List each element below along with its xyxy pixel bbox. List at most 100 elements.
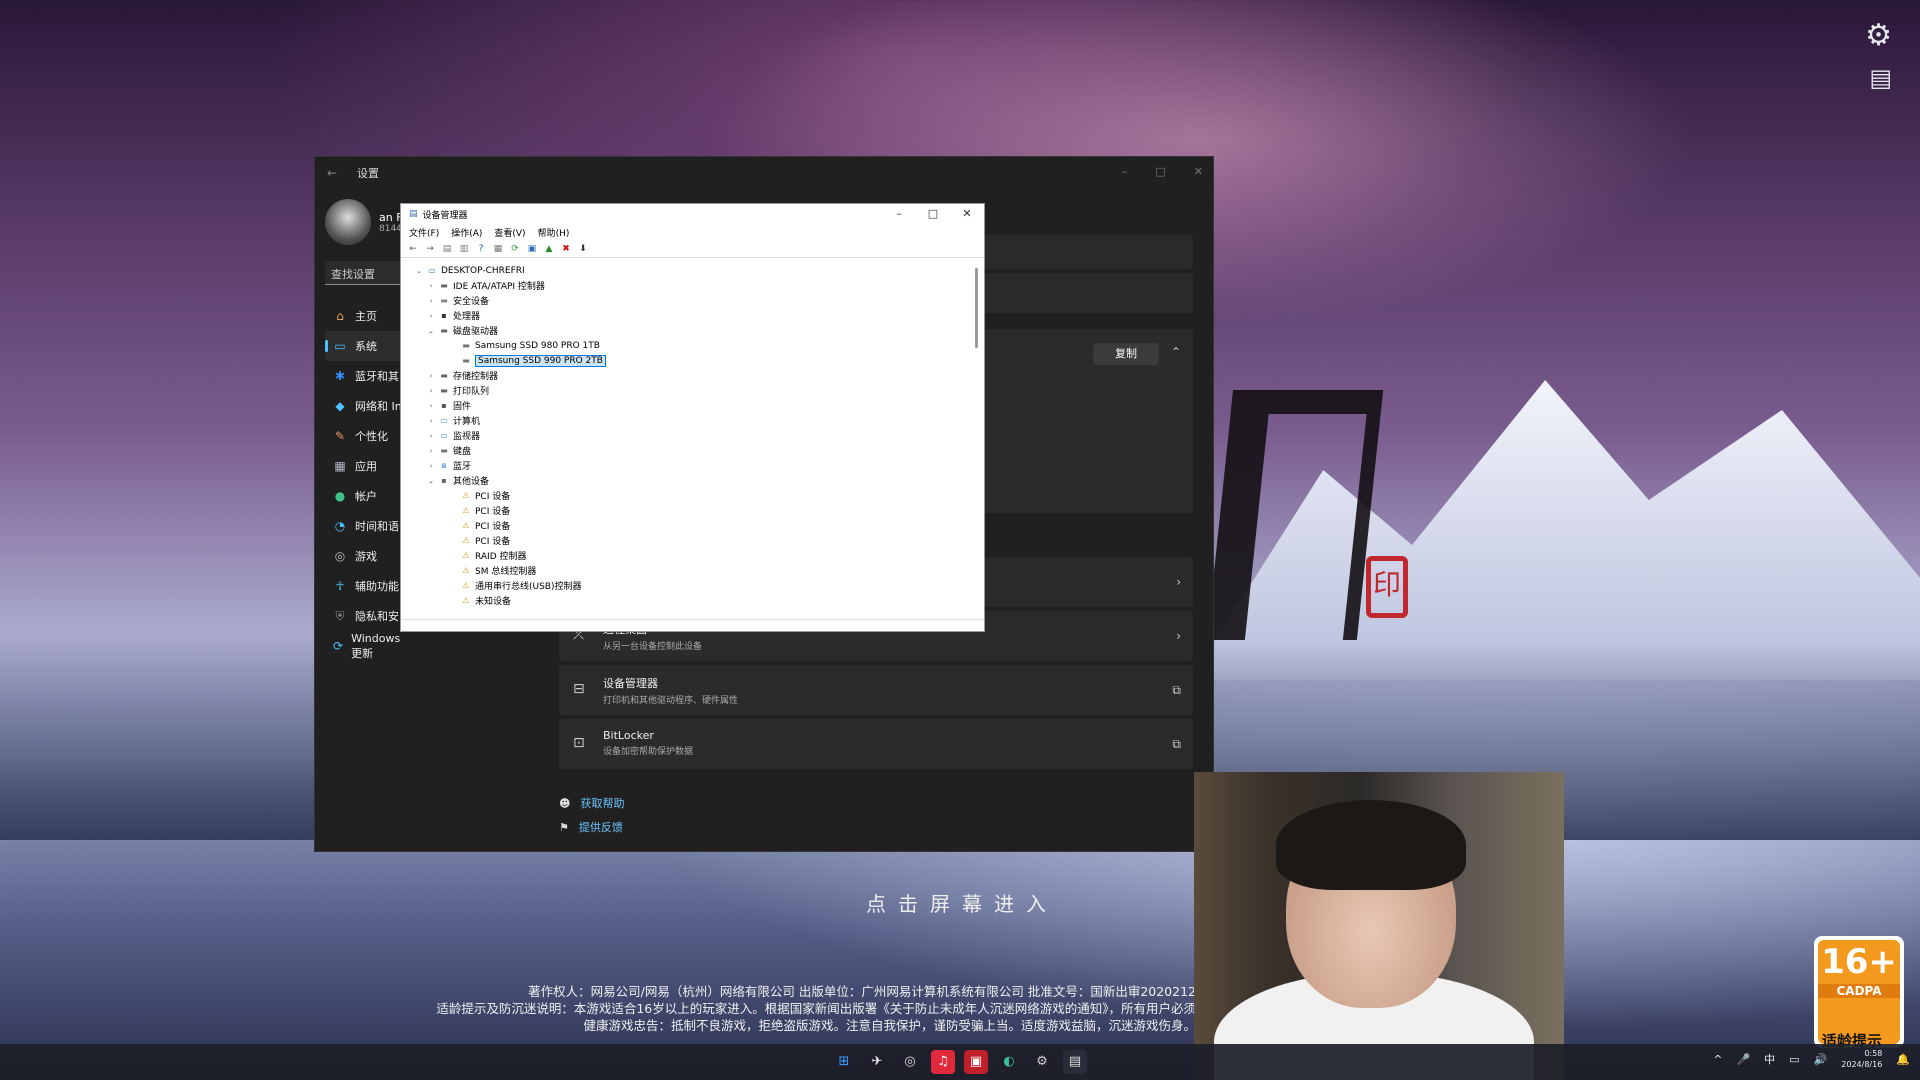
dm-minimize-button[interactable]: – — [882, 204, 916, 224]
nav-item-9[interactable]: ☥ 辅助功能 — [325, 571, 405, 601]
app-red-icon[interactable]: ▣ — [964, 1050, 988, 1074]
search-input[interactable]: 查找设置 — [325, 261, 405, 285]
tree-row[interactable]: ⚠ 未知设备 — [401, 593, 971, 608]
notification-bell-icon[interactable]: 🔔 — [1896, 1053, 1910, 1066]
list-icon[interactable]: ▦ — [492, 243, 504, 255]
download-icon[interactable]: ⬇ — [577, 243, 589, 255]
nav-item-5[interactable]: ▦ 应用 — [325, 451, 405, 481]
forward-icon[interactable]: → — [424, 243, 436, 255]
feedback-link[interactable]: ⚑ 提供反馈 — [559, 819, 623, 835]
nav-item-6[interactable]: ● 帐户 — [325, 481, 405, 511]
scan-icon[interactable]: ⟳ — [509, 243, 521, 255]
volume-icon[interactable]: 🔊 — [1814, 1053, 1828, 1066]
nav-item-8[interactable]: ◎ 游戏 — [325, 541, 405, 571]
expand-arrow-icon[interactable]: › — [427, 372, 435, 380]
device-label: Samsung SSD 980 PRO 1TB — [475, 340, 600, 351]
start-icon[interactable]: ⊞ — [832, 1050, 856, 1074]
tree-row[interactable]: ⚠ SM 总线控制器 — [401, 563, 971, 578]
nav-item-7[interactable]: ◔ 时间和语 — [325, 511, 405, 541]
chevron-up-icon[interactable]: ⌃ — [1171, 345, 1181, 359]
expand-arrow-icon[interactable]: › — [427, 462, 435, 470]
back-arrow-icon[interactable]: ← — [327, 166, 357, 180]
ime-icon[interactable]: 中 — [1764, 1051, 1775, 1067]
network-icon[interactable]: ▭ — [1789, 1053, 1799, 1066]
nav-item-10[interactable]: ⛨ 隐私和安 — [325, 601, 405, 631]
streamer-hair — [1276, 800, 1466, 890]
tree-row[interactable]: › ▬ IDE ATA/ATAPI 控制器 — [401, 278, 971, 293]
device-manager-card[interactable]: ⊟ 设备管理器 打印机和其他驱动程序、硬件属性 ⧉ — [559, 665, 1193, 715]
minimize-button[interactable]: – — [1122, 165, 1128, 178]
view-icon[interactable]: ▤ — [441, 243, 453, 255]
expand-arrow-icon[interactable]: › — [427, 282, 435, 290]
tree-row[interactable]: ⚠ PCI 设备 — [401, 503, 971, 518]
copy-button[interactable]: 复制 — [1093, 343, 1159, 365]
tree-row[interactable]: › ▬ 键盘 — [401, 443, 971, 458]
close-button[interactable]: ✕ — [1194, 165, 1203, 178]
tree-row[interactable]: ⚠ PCI 设备 — [401, 518, 971, 533]
clock[interactable]: 0:58 2024/8/16 — [1841, 1048, 1882, 1070]
expand-arrow-icon[interactable]: › — [427, 417, 435, 425]
show-hidden-icons-icon[interactable]: ^ — [1713, 1053, 1722, 1066]
expand-arrow-icon[interactable]: › — [427, 432, 435, 440]
app-steam-icon[interactable]: ◎ — [898, 1050, 922, 1074]
bitlocker-card[interactable]: ⊡ BitLocker 设备加密帮助保护数据 ⧉ — [559, 719, 1193, 769]
maximize-button[interactable]: □ — [1155, 165, 1165, 178]
device-icon: ▭ — [440, 416, 448, 425]
dm-maximize-button[interactable]: □ — [916, 204, 950, 224]
app-edge-icon[interactable]: ◐ — [997, 1050, 1021, 1074]
vertical-scrollbar[interactable] — [975, 268, 978, 348]
menu-item[interactable]: 文件(F) — [409, 226, 439, 239]
menu-item[interactable]: 帮助(H) — [538, 226, 570, 239]
back-icon[interactable]: ← — [407, 243, 419, 255]
app-plane-icon[interactable]: ✈ — [865, 1050, 889, 1074]
help-icon[interactable]: ? — [475, 243, 487, 255]
tap-to-enter-text[interactable]: 点击屏幕进入 — [866, 888, 1058, 917]
collapse-arrow-icon[interactable]: ⌄ — [415, 267, 423, 275]
tree-row[interactable]: ⚠ PCI 设备 — [401, 488, 971, 503]
expand-arrow-icon[interactable]: › — [427, 447, 435, 455]
expand-arrow-icon[interactable]: › — [427, 297, 435, 305]
tree-row[interactable]: ⚠ PCI 设备 — [401, 533, 971, 548]
get-help-link[interactable]: ☻ 获取帮助 — [559, 795, 624, 811]
tree-row[interactable]: › ▭ 计算机 — [401, 413, 971, 428]
collapse-arrow-icon[interactable]: ⌄ — [427, 327, 435, 335]
monitor-icon[interactable]: ▣ — [526, 243, 538, 255]
tree-row[interactable]: ▬ Samsung SSD 990 PRO 2TB — [401, 353, 971, 368]
nav-item-0[interactable]: ⌂ 主页 — [325, 301, 405, 331]
app-netease-music-icon[interactable]: ♫ — [931, 1050, 955, 1074]
screen-icon[interactable]: ▤ — [1869, 64, 1892, 92]
tree-row[interactable]: › ▬ 打印队列 — [401, 383, 971, 398]
tree-row[interactable]: › ▭ 监视器 — [401, 428, 971, 443]
uninstall-icon[interactable]: ✖ — [560, 243, 572, 255]
expand-arrow-icon[interactable]: › — [427, 402, 435, 410]
tree-row[interactable]: › ʙ 蓝牙 — [401, 458, 971, 473]
menu-item[interactable]: 操作(A) — [451, 226, 482, 239]
expand-arrow-icon[interactable]: › — [427, 387, 435, 395]
tree-row[interactable]: ⌄ ▬ 磁盘驱动器 — [401, 323, 971, 338]
app-settings-icon[interactable]: ⚙ — [1030, 1050, 1054, 1074]
tree-row[interactable]: ⌄ ▪ 其他设备 — [401, 473, 971, 488]
app-device-manager-icon[interactable]: ▤ — [1063, 1050, 1087, 1074]
nav-item-4[interactable]: ✎ 个性化 — [325, 421, 405, 451]
nav-item-1[interactable]: ▭ 系统 — [325, 331, 405, 361]
expand-arrow-icon[interactable]: › — [427, 312, 435, 320]
tree-row[interactable]: › ▬ 存储控制器 — [401, 368, 971, 383]
collapse-arrow-icon[interactable]: ⌄ — [427, 477, 435, 485]
nav-item-11[interactable]: ⟳ Windows 更新 — [325, 631, 405, 661]
user-profile[interactable]: an F 8144 — [325, 199, 403, 245]
update-driver-icon[interactable]: ▲ — [543, 243, 555, 255]
nav-item-2[interactable]: ✱ 蓝牙和其 — [325, 361, 405, 391]
menu-item[interactable]: 查看(V) — [494, 226, 525, 239]
nav-item-3[interactable]: ◆ 网络和 In — [325, 391, 405, 421]
tree-row[interactable]: ⌄ ▭ DESKTOP-CHREFRI — [401, 263, 971, 278]
tree-row[interactable]: › ▪ 处理器 — [401, 308, 971, 323]
properties-icon[interactable]: ▥ — [458, 243, 470, 255]
gear-icon[interactable]: ⚙ — [1865, 18, 1892, 53]
tree-row[interactable]: › ▪ 固件 — [401, 398, 971, 413]
microphone-icon[interactable]: 🎤 — [1736, 1053, 1750, 1066]
tree-row[interactable]: ▬ Samsung SSD 980 PRO 1TB — [401, 338, 971, 353]
tree-row[interactable]: ⚠ 通用串行总线(USB)控制器 — [401, 578, 971, 593]
tree-row[interactable]: › ▬ 安全设备 — [401, 293, 971, 308]
dm-close-button[interactable]: ✕ — [950, 204, 984, 224]
tree-row[interactable]: ⚠ RAID 控制器 — [401, 548, 971, 563]
